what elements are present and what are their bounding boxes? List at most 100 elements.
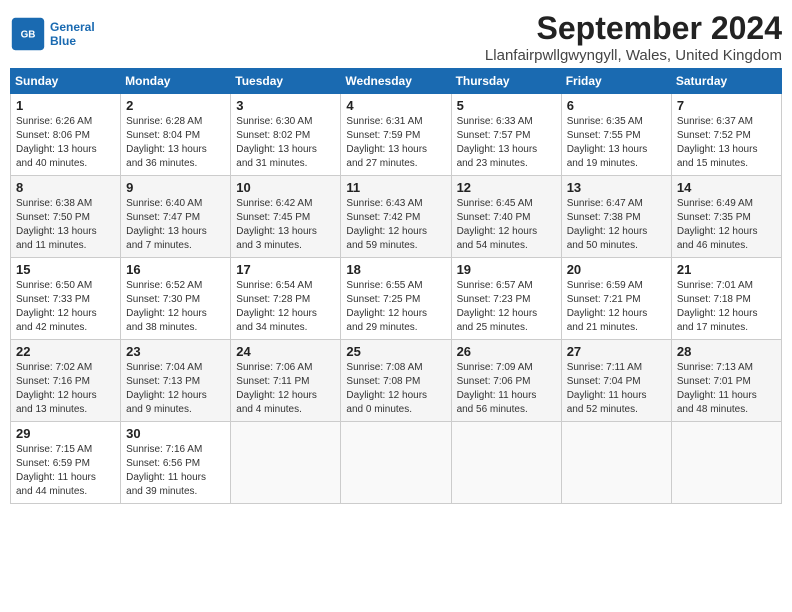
day-info: Sunrise: 6:47 AM Sunset: 7:38 PM Dayligh… [567, 197, 666, 253]
day-number: 6 [567, 98, 666, 113]
day-cell: 24 Sunrise: 7:06 AM Sunset: 7:11 PM Dayli… [231, 340, 341, 422]
day-info: Sunrise: 6:28 AM Sunset: 8:04 PM Dayligh… [126, 115, 225, 171]
day-cell: 20 Sunrise: 6:59 AM Sunset: 7:21 PM Dayli… [561, 258, 671, 340]
day-info: Sunrise: 6:33 AM Sunset: 7:57 PM Dayligh… [457, 115, 556, 171]
day-number: 2 [126, 98, 225, 113]
week-row-5: 29 Sunrise: 7:15 AM Sunset: 6:59 PM Dayli… [11, 422, 782, 504]
day-info: Sunrise: 6:37 AM Sunset: 7:52 PM Dayligh… [677, 115, 776, 171]
day-number: 22 [16, 344, 115, 359]
calendar-body: 1 Sunrise: 6:26 AM Sunset: 8:06 PM Daylig… [11, 94, 782, 504]
day-number: 16 [126, 262, 225, 277]
day-cell [561, 422, 671, 504]
header-day-thursday: Thursday [451, 69, 561, 94]
day-number: 8 [16, 180, 115, 195]
day-number: 30 [126, 426, 225, 441]
header-day-tuesday: Tuesday [231, 69, 341, 94]
day-cell [231, 422, 341, 504]
day-number: 18 [346, 262, 445, 277]
day-cell: 30 Sunrise: 7:16 AM Sunset: 6:56 PM Dayli… [121, 422, 231, 504]
day-number: 20 [567, 262, 666, 277]
logo-text: General Blue [50, 20, 95, 48]
day-cell: 25Sunrise: 7:08 AM Sunset: 7:08 PM Dayli… [341, 340, 451, 422]
day-number: 12 [457, 180, 556, 195]
header-day-wednesday: Wednesday [341, 69, 451, 94]
day-info: Sunrise: 6:55 AM Sunset: 7:25 PM Dayligh… [346, 279, 445, 335]
day-cell: 22 Sunrise: 7:02 AM Sunset: 7:16 PM Dayli… [11, 340, 121, 422]
svg-text:GB: GB [21, 30, 36, 41]
title-block: September 2024 Llanfairpwllgwyngyll, Wal… [485, 10, 782, 64]
day-info: Sunrise: 7:13 AM Sunset: 7:01 PM Dayligh… [677, 361, 776, 417]
day-cell: 12 Sunrise: 6:45 AM Sunset: 7:40 PM Dayli… [451, 176, 561, 258]
day-info: Sunrise: 7:01 AM Sunset: 7:18 PM Dayligh… [677, 279, 776, 335]
day-number: 28 [677, 344, 776, 359]
header-day-monday: Monday [121, 69, 231, 94]
day-number: 24 [236, 344, 335, 359]
day-number: 11 [346, 180, 445, 195]
day-cell: 9 Sunrise: 6:40 AM Sunset: 7:47 PM Daylig… [121, 176, 231, 258]
day-number: 23 [126, 344, 225, 359]
day-number: 9 [126, 180, 225, 195]
day-number: 3 [236, 98, 335, 113]
day-info: Sunrise: 6:45 AM Sunset: 7:40 PM Dayligh… [457, 197, 556, 253]
day-cell: 6 Sunrise: 6:35 AM Sunset: 7:55 PM Daylig… [561, 94, 671, 176]
week-row-1: 1 Sunrise: 6:26 AM Sunset: 8:06 PM Daylig… [11, 94, 782, 176]
day-info: Sunrise: 6:54 AM Sunset: 7:28 PM Dayligh… [236, 279, 335, 335]
day-number: 15 [16, 262, 115, 277]
day-number: 29 [16, 426, 115, 441]
day-cell: 21Sunrise: 7:01 AM Sunset: 7:18 PM Dayli… [671, 258, 781, 340]
header: GB General Blue September 2024 Llanfairp… [10, 10, 782, 64]
day-info: Sunrise: 6:42 AM Sunset: 7:45 PM Dayligh… [236, 197, 335, 253]
day-cell: 16 Sunrise: 6:52 AM Sunset: 7:30 PM Dayli… [121, 258, 231, 340]
day-info: Sunrise: 7:02 AM Sunset: 7:16 PM Dayligh… [16, 361, 115, 417]
calendar: SundayMondayTuesdayWednesdayThursdayFrid… [10, 68, 782, 504]
day-cell: 18 Sunrise: 6:55 AM Sunset: 7:25 PM Dayli… [341, 258, 451, 340]
day-info: Sunrise: 7:09 AM Sunset: 7:06 PM Dayligh… [457, 361, 556, 417]
day-number: 7 [677, 98, 776, 113]
day-cell: 1 Sunrise: 6:26 AM Sunset: 8:06 PM Daylig… [11, 94, 121, 176]
day-info: Sunrise: 6:59 AM Sunset: 7:21 PM Dayligh… [567, 279, 666, 335]
day-number: 4 [346, 98, 445, 113]
day-number: 10 [236, 180, 335, 195]
day-cell [451, 422, 561, 504]
day-info: Sunrise: 6:50 AM Sunset: 7:33 PM Dayligh… [16, 279, 115, 335]
month-title: September 2024 [485, 10, 782, 47]
day-info: Sunrise: 7:08 AM Sunset: 7:08 PM Dayligh… [346, 361, 445, 417]
logo: GB General Blue [10, 16, 95, 52]
day-cell: 5 Sunrise: 6:33 AM Sunset: 7:57 PM Daylig… [451, 94, 561, 176]
day-number: 5 [457, 98, 556, 113]
header-day-friday: Friday [561, 69, 671, 94]
day-info: Sunrise: 6:52 AM Sunset: 7:30 PM Dayligh… [126, 279, 225, 335]
day-number: 1 [16, 98, 115, 113]
day-number: 27 [567, 344, 666, 359]
day-info: Sunrise: 6:40 AM Sunset: 7:47 PM Dayligh… [126, 197, 225, 253]
day-info: Sunrise: 7:15 AM Sunset: 6:59 PM Dayligh… [16, 443, 115, 499]
week-row-3: 15 Sunrise: 6:50 AM Sunset: 7:33 PM Dayli… [11, 258, 782, 340]
day-cell: 8 Sunrise: 6:38 AM Sunset: 7:50 PM Daylig… [11, 176, 121, 258]
header-row: SundayMondayTuesdayWednesdayThursdayFrid… [11, 69, 782, 94]
day-cell: 2 Sunrise: 6:28 AM Sunset: 8:04 PM Daylig… [121, 94, 231, 176]
day-info: Sunrise: 7:16 AM Sunset: 6:56 PM Dayligh… [126, 443, 225, 499]
day-cell [341, 422, 451, 504]
day-cell: 11Sunrise: 6:43 AM Sunset: 7:42 PM Dayli… [341, 176, 451, 258]
week-row-4: 22 Sunrise: 7:02 AM Sunset: 7:16 PM Dayli… [11, 340, 782, 422]
day-info: Sunrise: 6:31 AM Sunset: 7:59 PM Dayligh… [346, 115, 445, 171]
day-number: 17 [236, 262, 335, 277]
day-cell: 3Sunrise: 6:30 AM Sunset: 8:02 PM Daylig… [231, 94, 341, 176]
day-number: 14 [677, 180, 776, 195]
day-cell: 17 Sunrise: 6:54 AM Sunset: 7:28 PM Dayli… [231, 258, 341, 340]
day-cell: 13Sunrise: 6:47 AM Sunset: 7:38 PM Dayli… [561, 176, 671, 258]
day-number: 19 [457, 262, 556, 277]
day-cell: 7 Sunrise: 6:37 AM Sunset: 7:52 PM Daylig… [671, 94, 781, 176]
day-info: Sunrise: 6:49 AM Sunset: 7:35 PM Dayligh… [677, 197, 776, 253]
day-info: Sunrise: 7:11 AM Sunset: 7:04 PM Dayligh… [567, 361, 666, 417]
day-cell: 4 Sunrise: 6:31 AM Sunset: 7:59 PM Daylig… [341, 94, 451, 176]
header-day-sunday: Sunday [11, 69, 121, 94]
day-info: Sunrise: 7:06 AM Sunset: 7:11 PM Dayligh… [236, 361, 335, 417]
day-info: Sunrise: 6:35 AM Sunset: 7:55 PM Dayligh… [567, 115, 666, 171]
week-row-2: 8 Sunrise: 6:38 AM Sunset: 7:50 PM Daylig… [11, 176, 782, 258]
day-info: Sunrise: 6:26 AM Sunset: 8:06 PM Dayligh… [16, 115, 115, 171]
day-cell: 14 Sunrise: 6:49 AM Sunset: 7:35 PM Dayli… [671, 176, 781, 258]
day-info: Sunrise: 6:38 AM Sunset: 7:50 PM Dayligh… [16, 197, 115, 253]
day-info: Sunrise: 6:57 AM Sunset: 7:23 PM Dayligh… [457, 279, 556, 335]
day-cell [671, 422, 781, 504]
